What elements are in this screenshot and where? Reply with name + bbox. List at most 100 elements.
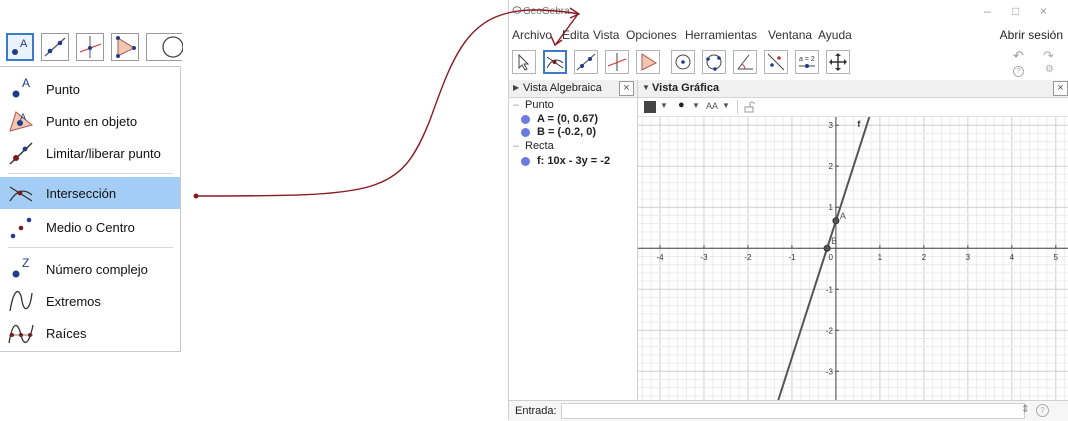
maximize-button[interactable]: □ [1012,4,1019,18]
menu-edita[interactable]: Edita [562,28,589,42]
x-tick-label: -4 [656,253,664,262]
menu-ayuda[interactable]: Ayuda [818,28,852,42]
chevron-down-icon[interactable]: ▼ [722,101,730,110]
menu-item-complex-number[interactable]: Z Número complejo [0,253,180,285]
unlock-icon[interactable] [743,101,755,113]
x-tick-label: 3 [966,253,971,262]
tree-line-icon: – [513,99,520,111]
reflect-tool[interactable] [764,50,788,74]
graph-canvas[interactable]: -4 -3 -2 -1 1 2 3 4 5 -3 -2 -1 1 2 3 0 f A B [638,117,1068,400]
collapse-triangle-icon[interactable]: ▼ [642,83,650,92]
y-tick-label: 3 [828,121,833,130]
text-style-button[interactable]: AA [706,101,718,111]
slider-tool[interactable]: a = 2 [795,50,819,74]
point-tool-button[interactable]: A [6,33,34,61]
circle-three-points-tool[interactable] [702,50,726,74]
help-icon[interactable]: ? [1013,66,1024,77]
title-bar: GeoGebra – □ × [509,0,1068,26]
tree-line-icon: – [513,140,520,152]
style-bar: ▼ ● ▼ AA ▼ [638,98,1068,117]
collapse-triangle-icon[interactable]: ▶ [513,83,519,92]
x-tick-label: 4 [1010,253,1015,262]
undo-button[interactable]: ↶ [1013,48,1024,64]
x-tick-label: -1 [788,253,796,262]
graphics-view-title: Vista Gráfica [652,82,720,94]
close-graphics-view-button[interactable]: × [1053,81,1068,96]
sign-in-link[interactable]: Abrir sesión [1000,28,1063,42]
angle-icon [737,54,753,70]
slider-icon: a = 2 [799,56,815,68]
circle-tool-button[interactable] [146,33,184,61]
attach-detach-point-icon [9,142,33,165]
menu-item-extremum[interactable]: Extremos [0,285,180,317]
origin-label: 0 [828,253,833,262]
menu-archivo[interactable]: Archivo [512,28,552,42]
intersect-tool[interactable] [543,50,567,74]
menu-item-point[interactable]: A Punto [0,73,180,105]
app-title: GeoGebra [523,6,570,17]
perpendicular-tool-button[interactable] [76,33,104,61]
chevron-down-icon[interactable]: ▼ [660,101,668,110]
svg-text:A: A [22,77,30,90]
angle-tool[interactable] [733,50,757,74]
move-tool[interactable] [512,50,536,74]
input-field[interactable] [561,403,1025,419]
chevron-down-icon[interactable]: ▼ [692,101,700,110]
perpendicular-tool[interactable] [605,50,629,74]
x-tick-label: 5 [1054,253,1059,262]
close-window-button[interactable]: × [1040,4,1047,18]
line-tool[interactable] [574,50,598,74]
point-label-b: B [831,236,837,246]
point-icon: A [12,77,30,98]
help-icon[interactable]: ? [1036,404,1049,417]
graphics-view-header: ▼ Vista Gráfica × [638,80,1068,98]
settings-gear-icon[interactable]: ⚙ [1045,64,1054,75]
menu-vista[interactable]: Vista [593,28,619,42]
menu-item-intersect[interactable]: Intersección [0,177,180,209]
menu-item-label: Limitar/liberar punto [46,146,161,161]
close-algebra-view-button[interactable]: × [619,81,634,96]
svg-text:A: A [20,38,28,50]
polygon-tool-button[interactable] [111,33,139,61]
group-label-punto: Punto [525,99,554,111]
menu-bar: Archivo Edita Vista Opciones Herramienta… [509,26,1068,46]
perpendicular-icon [607,53,627,71]
svg-text:Z: Z [22,257,29,270]
menu-item-label: Número complejo [46,262,148,277]
visibility-toggle-f[interactable] [521,157,530,166]
circle-tool[interactable] [671,50,695,74]
input-dropdown-icon[interactable]: ⇕ [1021,404,1029,415]
x-tick-label: -2 [744,253,752,262]
menu-item-point-on-object[interactable]: A Punto en objeto [0,105,180,137]
polygon-tool[interactable] [636,50,660,74]
x-tick-label: 2 [922,253,927,262]
input-bar: Entrada: ⇕ ? [509,400,1068,421]
line-icon [576,53,596,71]
visibility-toggle-a[interactable] [521,115,530,124]
tool-dropdown-menu: A Punto A Punto en objeto Limitar/libera… [0,66,181,352]
intersect-icon [9,186,33,202]
menu-herramientas[interactable]: Herramientas [685,28,757,42]
algebra-item-b[interactable]: B = (-0.2, 0) [537,126,596,138]
graphics-view: ▼ Vista Gráfica × ▼ ● ▼ AA ▼ -4 -3 -2 -1 1 2 3… [638,80,1068,400]
menu-item-midpoint[interactable]: Medio o Centro [0,211,180,243]
extremum-icon [9,291,33,312]
algebra-view-title: Vista Algebraica [523,82,602,94]
minimize-button[interactable]: – [984,4,991,18]
point-style-icon[interactable]: ● [678,99,685,111]
roots-icon [8,324,34,344]
tool-bar: a = 2 ↶ ↷ ? ⚙ [509,46,1068,78]
menu-item-label: Intersección [46,186,117,201]
visibility-toggle-b[interactable] [521,128,530,137]
redo-button[interactable]: ↷ [1043,48,1054,64]
menu-opciones[interactable]: Opciones [626,28,677,42]
algebra-item-f[interactable]: f: 10x - 3y = -2 [537,155,610,167]
menu-item-label: Raíces [46,326,87,341]
algebra-item-a[interactable]: A = (0, 0.67) [537,113,598,125]
color-swatch[interactable] [644,101,656,113]
move-graphics-view-tool[interactable] [826,50,850,74]
menu-ventana[interactable]: Ventana [768,28,812,42]
menu-item-roots[interactable]: Raíces [0,317,180,349]
line-tool-button[interactable] [41,33,69,61]
menu-item-attach-detach[interactable]: Limitar/liberar punto [0,137,180,169]
